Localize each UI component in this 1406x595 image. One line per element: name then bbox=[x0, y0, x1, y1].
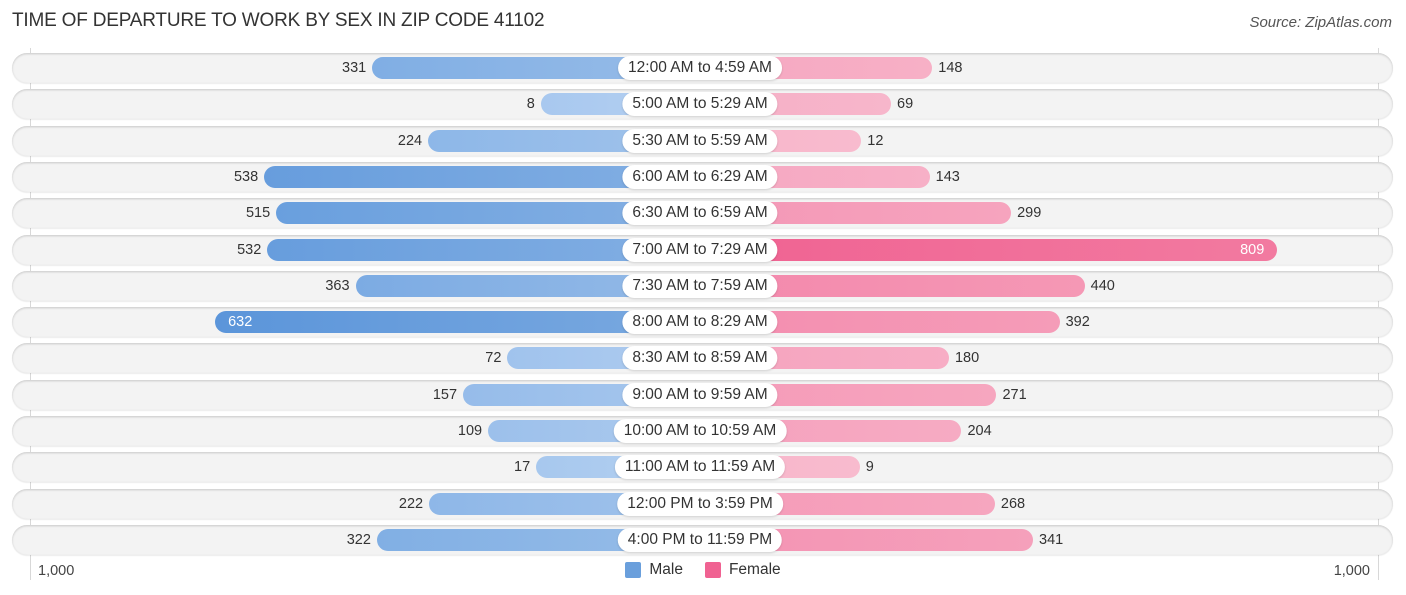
category-label: 11:00 AM to 11:59 AM bbox=[614, 455, 786, 480]
source-label: Source: ZipAtlas.com bbox=[1249, 14, 1392, 31]
legend-label-female: Female bbox=[728, 561, 781, 578]
value-label-female: 143 bbox=[935, 168, 960, 185]
value-label-female: 180 bbox=[954, 350, 980, 367]
value-label-male: 222 bbox=[398, 495, 424, 512]
value-label-female: 392 bbox=[1065, 314, 1090, 331]
value-label-male: 532 bbox=[237, 241, 262, 258]
category-label: 4:00 PM to 11:59 PM bbox=[617, 527, 783, 552]
value-label-male: 8 bbox=[526, 96, 535, 113]
value-label-male: 515 bbox=[245, 205, 271, 222]
value-label-female: 69 bbox=[897, 96, 914, 113]
value-label-male: 157 bbox=[432, 386, 458, 403]
bar-female[interactable] bbox=[700, 238, 1278, 261]
category-label: 9:00 AM to 9:59 AM bbox=[622, 382, 778, 407]
category-label: 7:30 AM to 7:59 AM bbox=[622, 273, 778, 298]
category-label: 12:00 AM to 4:59 AM bbox=[618, 56, 782, 80]
category-label: 8:00 AM to 8:29 AM bbox=[622, 310, 778, 335]
legend-swatch-female bbox=[704, 562, 721, 578]
value-label-male: 363 bbox=[325, 277, 350, 294]
value-label-male: 538 bbox=[233, 168, 259, 185]
value-label-female: 809 bbox=[1240, 241, 1265, 258]
chart-title: TIME OF DEPARTURE TO WORK BY SEX IN ZIP … bbox=[12, 10, 545, 31]
value-label-female: 299 bbox=[1017, 205, 1042, 222]
value-label-male: 72 bbox=[485, 350, 502, 367]
legend-item-female[interactable]: Female bbox=[704, 561, 781, 579]
legend-label-male: Male bbox=[649, 561, 683, 578]
category-label: 5:00 AM to 5:29 AM bbox=[622, 92, 778, 117]
value-label-female: 440 bbox=[1090, 277, 1115, 294]
category-label: 6:00 AM to 6:29 AM bbox=[622, 164, 778, 189]
category-label: 8:30 AM to 8:59 AM bbox=[622, 346, 778, 371]
value-label-male: 331 bbox=[342, 60, 367, 76]
category-label: 5:30 AM to 5:59 AM bbox=[622, 128, 778, 153]
category-label: 12:00 PM to 3:59 PM bbox=[617, 491, 783, 516]
legend-swatch-male bbox=[625, 562, 642, 578]
category-label: 10:00 AM to 10:59 AM bbox=[613, 419, 787, 443]
value-label-female: 341 bbox=[1039, 531, 1064, 548]
value-label-female: 12 bbox=[867, 132, 884, 149]
value-label-male: 224 bbox=[397, 132, 423, 149]
value-label-female: 271 bbox=[1002, 386, 1027, 403]
value-label-female: 204 bbox=[967, 423, 992, 439]
value-label-female: 268 bbox=[1000, 495, 1026, 512]
value-label-male: 322 bbox=[346, 531, 371, 548]
value-label-female: 9 bbox=[865, 459, 874, 476]
value-label-female: 148 bbox=[938, 60, 963, 76]
value-label-male: 17 bbox=[514, 459, 531, 476]
legend: Male Female bbox=[0, 561, 1406, 579]
legend-item-male[interactable]: Male bbox=[625, 561, 683, 579]
value-label-male: 109 bbox=[457, 423, 483, 439]
category-label: 7:00 AM to 7:29 AM bbox=[622, 237, 778, 262]
value-label-male: 632 bbox=[228, 314, 253, 331]
category-label: 6:30 AM to 6:59 AM bbox=[622, 201, 778, 226]
